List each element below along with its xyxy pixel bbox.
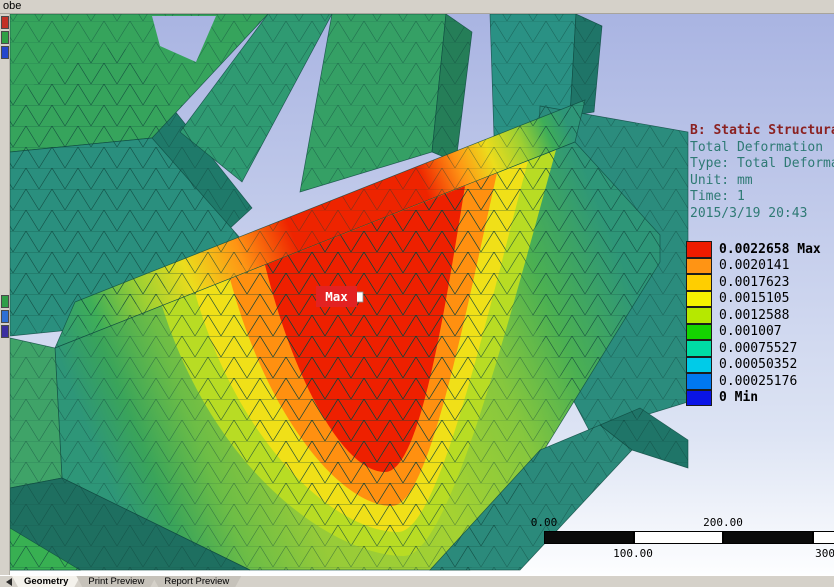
- navy-toolbar-swatch[interactable]: [1, 325, 9, 338]
- legend-color-swatch: [686, 340, 712, 357]
- bottom-tab-bar: Geometry Print Preview Report Preview: [0, 575, 834, 587]
- ruler-segment: [812, 531, 834, 544]
- result-annotation: B: Static Structural Total Deformation Ty…: [690, 123, 834, 222]
- legend-row: 0.00075527: [686, 340, 821, 357]
- legend-color-swatch: [686, 323, 712, 340]
- legend-color-swatch: [686, 274, 712, 291]
- legend-value-label: 0.0022658 Max: [719, 241, 821, 257]
- legend-color-swatch: [686, 307, 712, 324]
- legend-color-swatch: [686, 389, 712, 406]
- bottom-tabs: Geometry Print Preview Report Preview: [16, 576, 241, 587]
- annotation-line: 2015/3/19 20:43: [690, 205, 808, 221]
- legend-value-label: 0.00075527: [719, 340, 798, 356]
- legend-color-swatch: [686, 373, 712, 390]
- legend-color-swatch: [686, 241, 712, 258]
- graphics-viewport[interactable]: Max B: Static Structural Total Deformati…: [10, 14, 834, 575]
- scale-ruler: [544, 531, 834, 544]
- legend-value-label: 0.0012588: [719, 307, 790, 323]
- legend-value-label: 0 Min: [719, 390, 759, 406]
- beam-end-cap: [10, 338, 62, 488]
- ruler-label-0: 0.00: [530, 516, 558, 529]
- tab-print-preview[interactable]: Print Preview: [76, 576, 156, 587]
- blue-toolbar-swatch[interactable]: [1, 46, 9, 59]
- annotation-lines: Total DeformationType: Total Deformation…: [690, 140, 834, 223]
- legend-color-swatch: [686, 290, 712, 307]
- top-toolbar-strip[interactable]: obe: [0, 0, 834, 14]
- legend-value-label: 0.0020141: [719, 258, 790, 274]
- legend-value-label: 0.0015105: [719, 291, 790, 307]
- legend-value-label: 0.00050352: [719, 357, 798, 373]
- green-toolbar-swatch[interactable]: [1, 31, 9, 44]
- annotation-line: Total Deformation: [690, 139, 824, 155]
- legend-row: 0.0020141: [686, 257, 821, 274]
- probe-button-label[interactable]: obe: [3, 0, 21, 12]
- max-probe-annotation: Max: [316, 286, 364, 307]
- legend: 0.0022658 Max 0.0020141 0.0017623 0.0015105…: [686, 241, 821, 406]
- legend-color-swatch: [686, 356, 712, 373]
- tab-geometry[interactable]: Geometry: [12, 576, 80, 587]
- tab-report-preview[interactable]: Report Preview: [152, 576, 241, 587]
- annotation-line: Unit: mm: [690, 172, 753, 188]
- legend-row: 0 Min: [686, 389, 821, 406]
- legend-row: 0.0022658 Max: [686, 241, 821, 258]
- legend-row: 0.00025176: [686, 373, 821, 390]
- red-toolbar-swatch[interactable]: [1, 16, 9, 29]
- annotation-line: Type: Total Deformation: [690, 156, 834, 171]
- ruler-segment: [544, 531, 634, 544]
- annotation-line: Time: 1: [690, 189, 745, 204]
- green-2-toolbar-swatch[interactable]: [1, 295, 9, 308]
- legend-row: 0.001007: [686, 323, 821, 340]
- legend-row: 0.0012588: [686, 307, 821, 324]
- ruler-label-300: 300.00: [815, 547, 834, 560]
- analysis-title: B: Static Structural: [690, 123, 834, 138]
- legend-row: 0.0015105: [686, 290, 821, 307]
- ruler-label-200: 200.00: [703, 516, 743, 529]
- legend-value-label: 0.001007: [719, 324, 782, 340]
- legend-color-swatch: [686, 257, 712, 274]
- ruler-segment: [723, 531, 813, 544]
- left-toolbar-strip[interactable]: [0, 14, 10, 575]
- tab-scroll-left-icon[interactable]: [6, 578, 12, 586]
- legend-row: 0.0017623: [686, 274, 821, 291]
- legend-value-label: 0.0017623: [719, 274, 790, 290]
- blue-2-toolbar-swatch[interactable]: [1, 310, 9, 323]
- ruler-segment: [633, 531, 723, 544]
- ruler-label-100: 100.00: [613, 547, 653, 560]
- legend-row: 0.00050352: [686, 356, 821, 373]
- legend-value-label: 0.00025176: [719, 373, 798, 389]
- max-label-text: Max: [325, 289, 348, 304]
